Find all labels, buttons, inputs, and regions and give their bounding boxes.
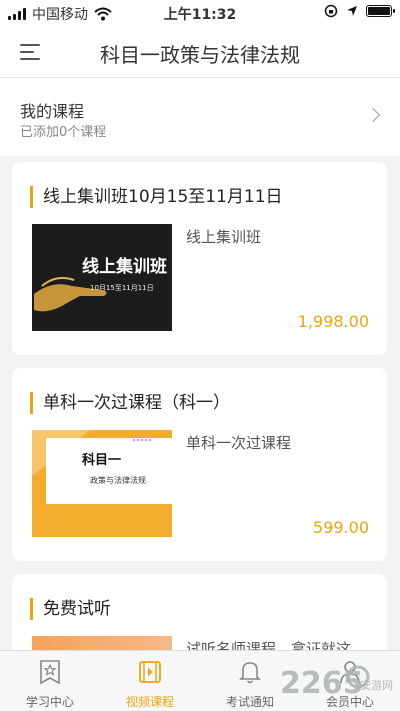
video-icon <box>139 661 161 683</box>
course-card-single[interactable]: 单科一次过课程（科一） 科目一 政策与法律法规 单科一次过课程 599.00 <box>12 368 387 561</box>
course-card-training[interactable]: 线上集训班10月15至11月11日 线上集训班 10月15至11月11日 线上集… <box>12 162 387 355</box>
course-name: 单科一次过课程 <box>186 434 292 452</box>
course-price: 599.00 <box>313 518 369 537</box>
nav-bar: 科目一政策与法律法规 <box>0 26 400 78</box>
bell-icon <box>239 662 261 684</box>
my-courses-title: 我的课程 <box>20 102 85 121</box>
thumb-subtitle: 10月15至11月11日 <box>90 284 154 292</box>
my-courses-row[interactable]: 我的课程 已添加0个课程 <box>0 78 400 156</box>
course-thumbnail: 线上集训班 10月15至11月11日 <box>32 224 172 331</box>
hand-graphic: 线上集训班 10月15至11月11日 <box>34 256 167 312</box>
course-thumbnail: 科目一 政策与法律法规 <box>32 430 172 537</box>
tab-label: 学习中心 <box>25 695 74 709</box>
tab-label: 会员中心 <box>325 695 374 709</box>
status-right <box>324 4 395 18</box>
tab-label: 考试通知 <box>225 695 274 709</box>
chevron-right-icon <box>365 107 381 123</box>
thumb-subtitle: 政策与法律法规 <box>90 475 146 485</box>
status-bar: 中国移动 上午11:32 <box>0 0 400 26</box>
my-courses-count: 已添加0个课程 <box>20 125 107 140</box>
course-name: 线上集训班 <box>186 228 262 246</box>
thumb-title: 科目一 <box>82 452 121 468</box>
page-title: 科目一政策与法律法规 <box>100 43 300 67</box>
tab-study-center[interactable]: 学习中心 <box>0 651 100 711</box>
card-title: 线上集训班10月15至11月11日 <box>30 186 283 208</box>
tab-exam-notice[interactable]: 考试通知 <box>200 651 300 711</box>
tab-label: 视频课程 <box>125 695 174 709</box>
course-price: 1,998.00 <box>297 312 369 331</box>
battery-icon <box>366 5 395 17</box>
location-icon <box>347 6 357 16</box>
thumb-title: 线上集训班 <box>82 256 167 277</box>
tab-member-center[interactable]: 会员中心 <box>300 651 400 711</box>
star-doc-icon <box>40 660 60 685</box>
thumb-panel <box>46 438 172 504</box>
card-title: 免费试听 <box>30 598 111 620</box>
user-icon <box>340 661 360 684</box>
thumb-art: 科目一 政策与法律法规 <box>32 430 172 504</box>
orientation-lock-icon <box>324 4 338 18</box>
card-title: 单科一次过课程（科一） <box>30 392 230 414</box>
tab-video-courses[interactable]: 视频课程 <box>100 651 200 711</box>
tab-bar: 学习中心 视频课程 考试通知 会员中心 <box>0 650 400 711</box>
